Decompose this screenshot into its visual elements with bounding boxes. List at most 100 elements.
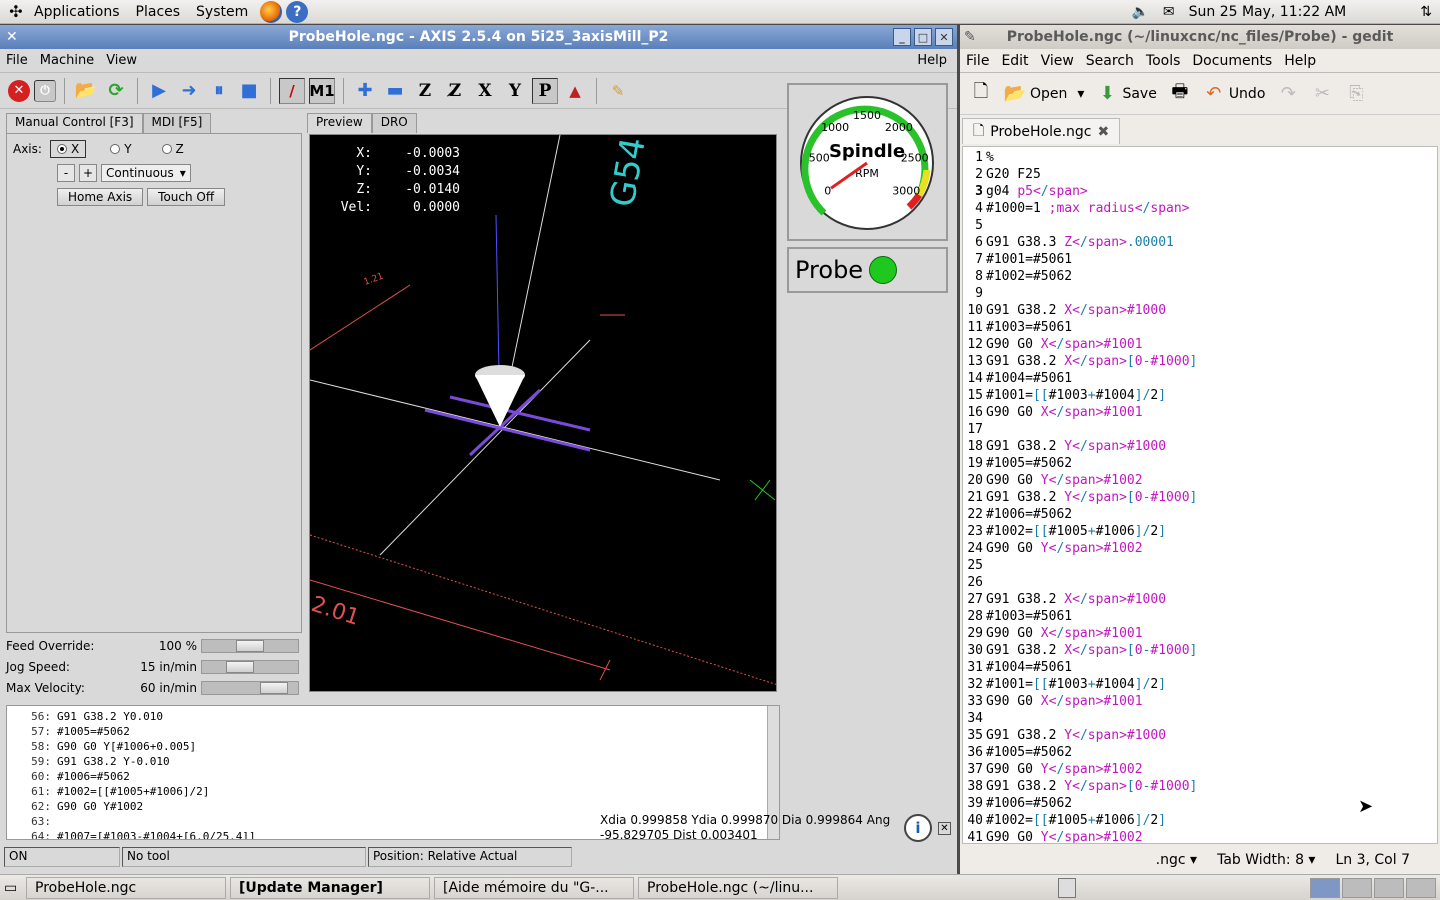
axis-x-radio[interactable]: X [49,140,87,158]
editor-line[interactable]: 36 #1005=#5062 [963,744,1437,761]
reload-icon[interactable]: ⟳ [103,78,129,104]
editor-line[interactable]: 38 G91 G38.2 Y</span>[0-#1000] [963,778,1437,795]
gedit-menu-view[interactable]: View [1035,53,1080,69]
rotate-view-icon[interactable]: ▲ [562,78,588,104]
gcode-line[interactable]: 60: #1006=#5062 [7,769,779,784]
editor-line[interactable]: 12 G90 G0 X</span>#1001 [963,336,1437,353]
gedit-menu-help[interactable]: Help [1278,53,1322,69]
editor-line[interactable]: 10 G91 G38.2 X</span>#1000 [963,302,1437,319]
gcode-line[interactable]: 59: G91 G38.2 Y-0.010 [7,754,779,769]
editor-line[interactable]: 23 #1002=[[#1005+#1006]/2] [963,523,1437,540]
gedit-menu-file[interactable]: File [960,53,995,69]
redo-button[interactable]: ↷ [1273,81,1303,107]
text-editor[interactable]: 1% 2 G20 F25 3 g04 p5</span> 4 #1000=1 ;max ra… [962,146,1438,844]
gedit-menu-edit[interactable]: Edit [995,53,1034,69]
gcode-line[interactable]: 57: #1005=#5062 [7,724,779,739]
firefox-launcher-icon[interactable] [260,0,283,23]
editor-line[interactable]: 27 G91 G38.2 X</span>#1000 [963,591,1437,608]
workspace-switcher[interactable] [1310,877,1436,898]
view-z2-icon[interactable]: Z̸ [442,78,468,104]
network-icon[interactable]: ⇅ [1420,4,1432,20]
maximize-button[interactable]: □ [914,28,932,46]
menu-file[interactable]: File [0,53,34,68]
editor-line[interactable]: 4 #1000=1 ;max radius</span> [963,200,1437,217]
mail-icon[interactable]: ✉ [1163,4,1175,20]
editor-line[interactable]: 21 G91 G38.2 Y</span>[0-#1000] [963,489,1437,506]
new-document-button[interactable]: 🗋 [966,81,996,107]
editor-line[interactable]: 19 #1005=#5062 [963,455,1437,472]
editor-line[interactable]: 11 #1003=#5061 [963,319,1437,336]
toolpath-preview[interactable]: G54 1.21 2.01 X: -0.0003 Y: -0.0034 Z: -0.0… [309,134,777,692]
close-button[interactable]: ✕ [935,28,953,46]
tab-width-select[interactable]: Tab Width: 8 ▾ [1217,852,1315,868]
gedit-menu-documents[interactable]: Documents [1186,53,1278,69]
editor-line[interactable]: 14 #1004=#5061 [963,370,1437,387]
editor-line[interactable]: 13 G91 G38.2 X</span>[0-#1000] [963,353,1437,370]
gedit-titlebar[interactable]: ✎ ProbeHole.ngc (~/linuxcnc/nc_files/Pro… [960,25,1440,49]
open-file-icon[interactable]: 📂 [73,78,99,104]
editor-line[interactable]: 34 [963,710,1437,727]
view-z-icon[interactable]: Z [412,78,438,104]
minimize-button[interactable]: _ [893,28,911,46]
editor-line[interactable]: 7 #1001=#5061 [963,251,1437,268]
axis-y-radio[interactable]: Y [104,141,137,157]
step-icon[interactable]: ➜ [176,78,202,104]
editor-line[interactable]: 18 G91 G38.2 Y</span>#1000 [963,438,1437,455]
editor-line[interactable]: 2 G20 F25 [963,166,1437,183]
max-velocity-slider[interactable] [201,680,299,695]
gedit-menu-tools[interactable]: Tools [1140,53,1187,69]
gedit-menu-search[interactable]: Search [1080,53,1140,69]
tab-preview[interactable]: Preview [307,113,372,133]
menu-machine[interactable]: Machine [34,53,100,68]
save-button[interactable]: ⬇ Save [1092,81,1160,107]
gcode-line[interactable]: 56: G91 G38.2 Y0.010 [7,709,779,724]
editor-line[interactable]: 26 [963,574,1437,591]
print-button[interactable]: 🖶 [1165,81,1195,107]
gnome-menu-icon[interactable]: ✣ [6,2,26,22]
chevron-down-icon[interactable]: ▾ [1077,86,1084,102]
help-launcher-icon[interactable]: ? [286,0,309,23]
undo-button[interactable]: ↶ Undo [1199,81,1270,107]
editor-line[interactable]: 1% [963,149,1437,166]
stop-icon[interactable]: ■ [236,78,262,104]
editor-line[interactable]: 9 [963,285,1437,302]
machine-power-button[interactable]: ⏻ [34,79,56,102]
editor-line[interactable]: 25 [963,557,1437,574]
view-x-icon[interactable]: X [472,78,498,104]
view-p-icon[interactable]: P [532,77,558,104]
open-button[interactable]: 📂 Open ▾ [1000,81,1088,107]
editor-line[interactable]: 5 [963,217,1437,234]
editor-line[interactable]: 6 G91 G38.3 Z</span>.00001 [963,234,1437,251]
optional-stop-icon[interactable]: M1 [309,77,335,104]
editor-line[interactable]: 32 #1001=[[#1003+#1004]/2] [963,676,1437,693]
editor-line[interactable]: 35 G91 G38.2 Y</span>#1000 [963,727,1437,744]
run-icon[interactable]: ▶ [146,78,172,104]
editor-line[interactable]: 31 #1004=#5061 [963,659,1437,676]
panel-clock[interactable]: Sun 25 May, 11:22 AM [1189,4,1347,20]
editor-line[interactable]: 8 #1002=#5062 [963,268,1437,285]
gcode-line[interactable]: 62: G90 G0 Y#1002 [7,799,779,814]
estop-button[interactable]: ✕ [8,79,30,102]
editor-line[interactable]: 29 G90 G0 X</span>#1001 [963,625,1437,642]
editor-line[interactable]: 22 #1006=#5062 [963,506,1437,523]
editor-line[interactable]: 37 G90 G0 Y</span>#1002 [963,761,1437,778]
editor-line[interactable]: 16 G90 G0 X</span>#1001 [963,404,1437,421]
editor-line[interactable]: 15 #1001=[[#1003+#1004]/2] [963,387,1437,404]
home-axis-button[interactable]: Home Axis [57,188,144,206]
editor-line[interactable]: 3 g04 p5</span> [963,183,1437,200]
applications-menu[interactable]: Applications [26,4,128,20]
show-desktop-icon[interactable]: ▭ [4,880,22,896]
feed-override-slider[interactable] [201,638,299,653]
menu-help[interactable]: Help [911,53,953,68]
document-tab[interactable]: 🗋 ProbeHole.ngc ✖ [962,118,1121,144]
system-menu[interactable]: System [188,4,256,20]
editor-line[interactable]: 33 G90 G0 X</span>#1001 [963,693,1437,710]
axis-z-radio[interactable]: Z [156,141,190,157]
jog-mode-select[interactable]: Continuous ▾ [101,164,191,182]
touch-off-button[interactable]: Touch Off [147,188,226,206]
tab-manual-control[interactable]: Manual Control [F3] [6,113,143,133]
jog-speed-slider[interactable] [201,659,299,674]
cut-button[interactable]: ✂ [1307,81,1337,107]
zoom-in-icon[interactable]: ✚ [352,78,378,104]
taskbar-item[interactable]: ProbeHole.ngc [26,876,226,899]
